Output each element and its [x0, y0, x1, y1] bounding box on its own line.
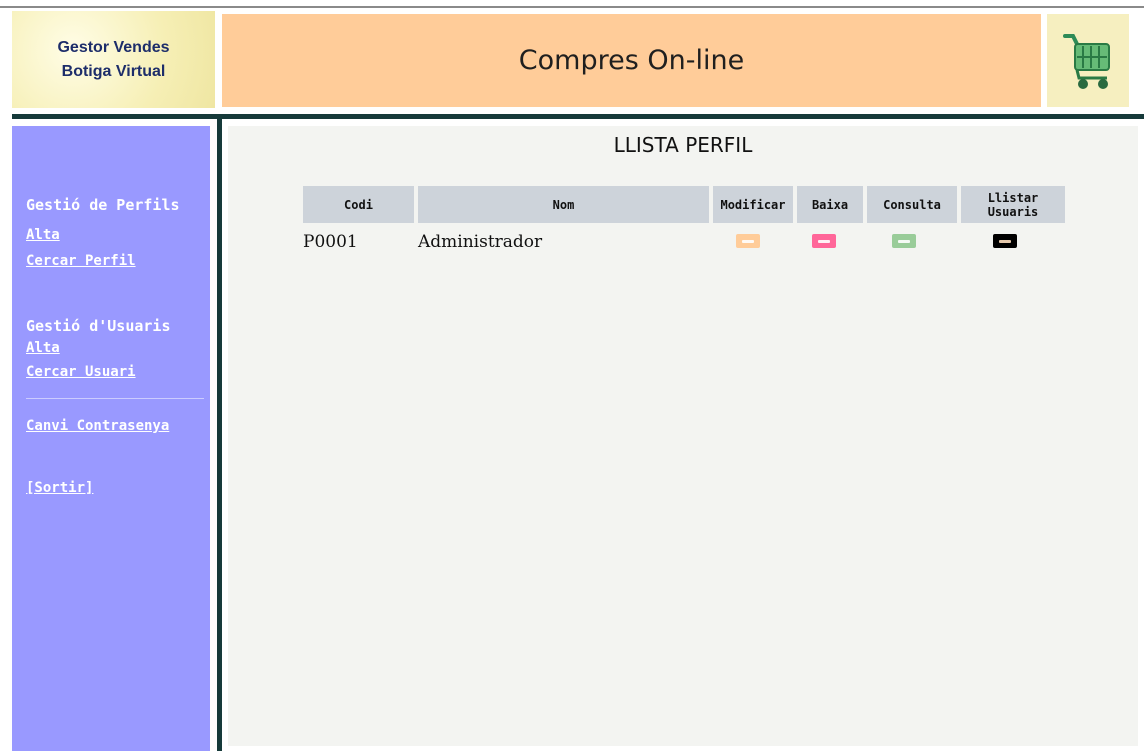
column-header-modificar: Modificar	[713, 186, 793, 223]
delete-icon	[818, 239, 830, 243]
column-header-codi: Codi	[303, 186, 414, 223]
main-content: LLISTA PERFIL Codi Nom Modificar Baixa C…	[228, 126, 1138, 746]
view-profile-button[interactable]	[892, 234, 916, 248]
column-header-nom: Nom	[418, 186, 709, 223]
shopping-cart-icon	[1047, 14, 1129, 107]
search-user-link[interactable]: Cercar Usuari	[26, 364, 136, 380]
add-user-link[interactable]: Alta	[26, 340, 60, 356]
shopping-cart-icon-graphic	[1063, 33, 1110, 89]
sidebar: Gestió de Perfils Alta Cercar Perfil Ges…	[12, 126, 210, 751]
profiles-heading: Gestió de Perfils	[26, 196, 180, 214]
list-users-icon	[999, 239, 1011, 243]
logout-link[interactable]: [Sortir]	[26, 480, 93, 496]
search-profile-link[interactable]: Cercar Perfil	[26, 253, 136, 269]
cell-nom: Administrador	[418, 232, 543, 252]
view-icon	[898, 239, 910, 243]
header-banner: Compres On-line	[222, 14, 1041, 107]
edit-profile-button[interactable]	[736, 234, 760, 248]
add-profile-link[interactable]: Alta	[26, 227, 60, 243]
list-users-button[interactable]	[993, 234, 1017, 248]
edit-icon	[742, 239, 754, 243]
column-header-llistar-usuaris: Llistar Usuaris	[961, 186, 1065, 223]
page-title: LLISTA PERFIL	[613, 133, 753, 157]
logo-line-2: Botiga Virtual	[61, 62, 166, 80]
cell-codi: P0001	[303, 232, 358, 252]
column-header-baixa: Baixa	[797, 186, 863, 223]
app-title: Compres On-line	[518, 45, 745, 76]
header-separator	[12, 114, 1144, 119]
sidebar-separator	[217, 119, 222, 751]
app-logo: Gestor Vendes Botiga Virtual	[12, 11, 215, 108]
change-password-link[interactable]: Canvi Contrasenya	[26, 418, 169, 434]
delete-profile-button[interactable]	[812, 234, 836, 248]
top-rule	[0, 6, 1144, 8]
users-heading: Gestió d'Usuaris	[26, 317, 171, 335]
column-header-consulta: Consulta	[867, 186, 957, 223]
logo-line-1: Gestor Vendes	[57, 38, 170, 56]
sidebar-divider	[26, 398, 204, 399]
